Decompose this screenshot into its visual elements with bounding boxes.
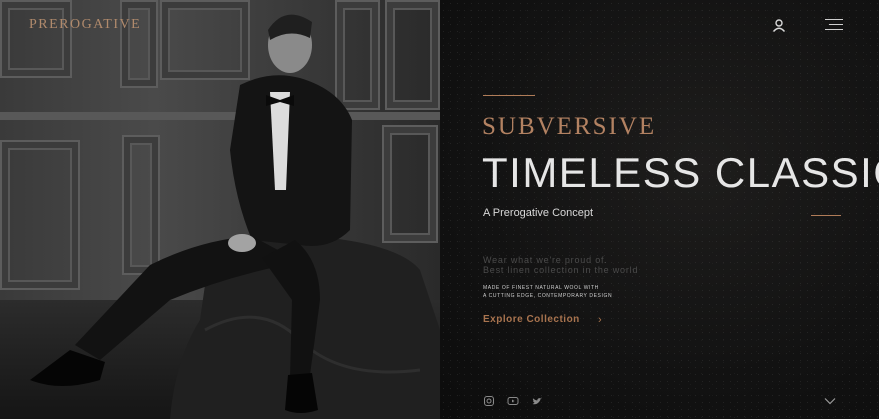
social-links — [483, 395, 543, 407]
hero-content-panel: SUBVERSIVE TIMELESS CLASSIC A Prerogativ… — [440, 0, 879, 419]
model-figure — [30, 14, 440, 419]
hero-headline: TIMELESS CLASSIC — [482, 149, 879, 196]
brand-logo[interactable]: PREROGATIVE — [29, 17, 141, 33]
accent-divider — [811, 215, 841, 216]
chevron-right-icon[interactable]: › — [598, 314, 602, 326]
menu-bar — [825, 19, 843, 20]
hero-tagline: Best linen collection in the world — [483, 265, 639, 275]
hero-tagline: Wear what we're proud of. — [483, 255, 608, 265]
hamburger-menu-icon[interactable] — [825, 19, 843, 31]
instagram-icon[interactable] — [483, 395, 495, 407]
menu-bar — [829, 24, 843, 25]
user-icon[interactable] — [772, 18, 786, 32]
menu-bar — [825, 29, 843, 30]
accent-divider — [483, 95, 535, 96]
chevron-down-icon[interactable] — [824, 397, 836, 405]
hero-eyebrow: SUBVERSIVE — [482, 113, 657, 140]
hero-detail: MADE OF FINEST NATURAL WOOL WITH — [483, 285, 599, 291]
explore-collection-link[interactable]: Explore Collection — [483, 314, 580, 325]
hero-detail: A CUTTING EDGE, CONTEMPORARY DESIGN — [483, 293, 613, 299]
twitter-icon[interactable] — [531, 395, 543, 407]
hero-concept: A Prerogative Concept — [483, 207, 594, 219]
youtube-icon[interactable] — [507, 395, 519, 407]
hero-photo: PREROGATIVE — [0, 0, 440, 419]
